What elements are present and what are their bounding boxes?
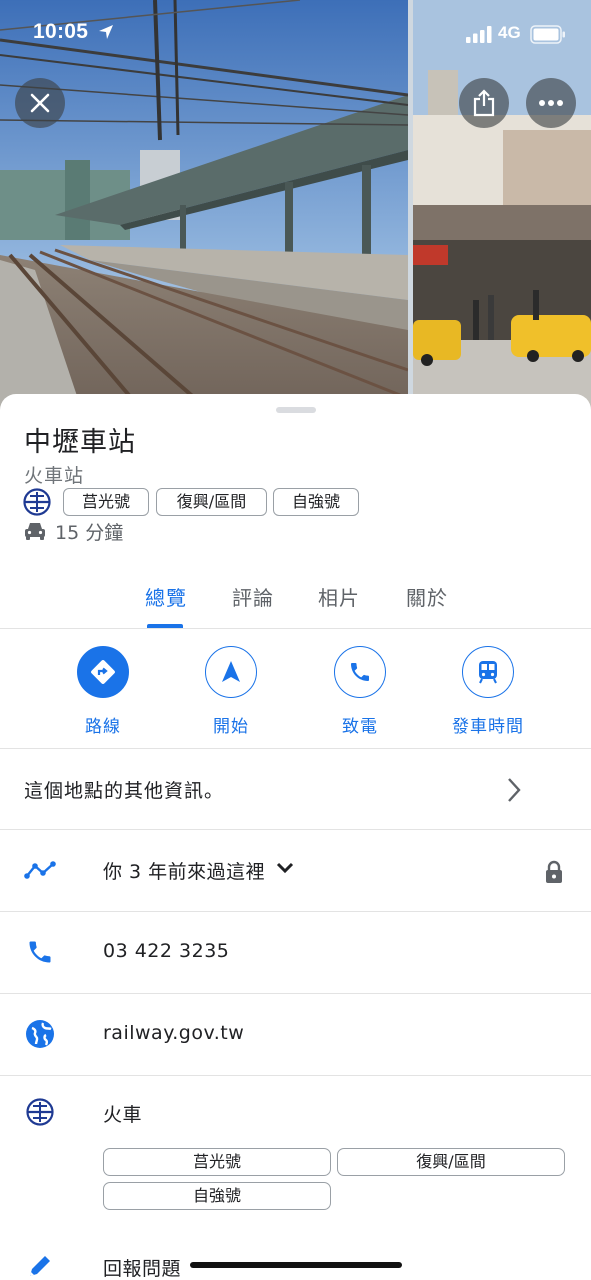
more-options-button[interactable] [526,78,576,128]
place-title: 中壢車站 [24,427,136,458]
tab-bar: 總覽 評論 相片 關於 [0,570,591,629]
battery-icon [530,25,566,48]
more-info-text: 這個地點的其他資訊。 [24,780,225,802]
share-button[interactable] [459,78,509,128]
phone-icon [24,936,56,968]
departures-label: 發車時間 [452,717,524,737]
directions-button[interactable]: 路線 [48,646,158,740]
service-chip: 莒光號 [63,488,149,516]
timeline-icon [24,854,56,886]
call-label: 致電 [342,717,378,737]
visit-history-text: 你 3 年前來過這裡 [103,861,266,883]
directions-icon [91,660,115,684]
navigation-arrow-icon [222,661,240,682]
tab-photos[interactable]: 相片 [318,582,360,611]
more-info-row[interactable]: 這個地點的其他資訊。 [0,749,591,830]
location-arrow-icon [98,24,114,44]
status-time: 10:05 [33,20,89,43]
action-buttons: 路線 開始 致電 發車時間 [0,628,591,749]
photo-header: 10:05 4G [0,0,591,420]
tab-overview[interactable]: 總覽 [145,582,187,611]
report-issue-row[interactable]: 回報問題 [0,1242,591,1280]
directions-label: 路線 [85,717,121,737]
cellular-signal-icon [466,26,493,47]
train-icon [479,661,497,684]
status-bar: 10:05 4G [0,0,591,70]
taiwan-railway-logo-icon [23,488,51,516]
drive-time-text: 15 分鐘 [55,521,124,544]
service-chip: 復興/區間 [156,488,267,516]
website-link[interactable]: railway.gov.tw [103,1022,244,1044]
taiwan-railway-logo-icon [24,1096,56,1128]
transit-row: 火車 莒光號 復興/區間 自強號 [0,1076,591,1226]
phone-icon [351,663,369,681]
drive-time: 15 分鐘 [24,518,123,544]
transit-label: 火車 [103,1104,143,1126]
more-horizontal-icon [539,100,563,106]
share-icon [473,89,495,117]
car-icon [25,523,45,540]
chevron-right-icon [508,778,521,802]
departures-button[interactable]: 發車時間 [433,646,543,740]
report-issue-text: 回報問題 [103,1258,182,1280]
start-navigation-button[interactable]: 開始 [176,646,286,740]
close-button[interactable] [15,78,65,128]
phone-row[interactable]: 03 422 3235 [0,912,591,994]
drag-handle[interactable] [276,407,316,413]
pencil-icon [24,1250,56,1280]
close-icon [30,93,50,113]
service-chip: 自強號 [273,488,359,516]
train-service-chip[interactable]: 自強號 [103,1182,331,1210]
train-service-chip[interactable]: 復興/區間 [337,1148,565,1176]
train-service-chip[interactable]: 莒光號 [103,1148,331,1176]
call-button[interactable]: 致電 [305,646,415,740]
visit-history-row[interactable]: 你 3 年前來過這裡 [0,830,591,912]
network-type: 4G [498,23,521,42]
place-category: 火車站 [24,465,85,487]
chevron-down-icon[interactable] [276,862,294,874]
start-label: 開始 [213,717,249,737]
home-indicator[interactable] [190,1262,402,1268]
tab-about[interactable]: 關於 [406,582,448,611]
tab-reviews[interactable]: 評論 [232,582,274,611]
lock-icon [546,860,562,883]
place-sheet: 中壢車站 火車站 莒光號 復興/區間 自強號 15 分鐘 總覽 評論 相片 關於 [0,394,591,1280]
website-row[interactable]: railway.gov.tw [0,994,591,1076]
globe-icon [24,1018,56,1050]
phone-number: 03 422 3235 [103,940,230,962]
